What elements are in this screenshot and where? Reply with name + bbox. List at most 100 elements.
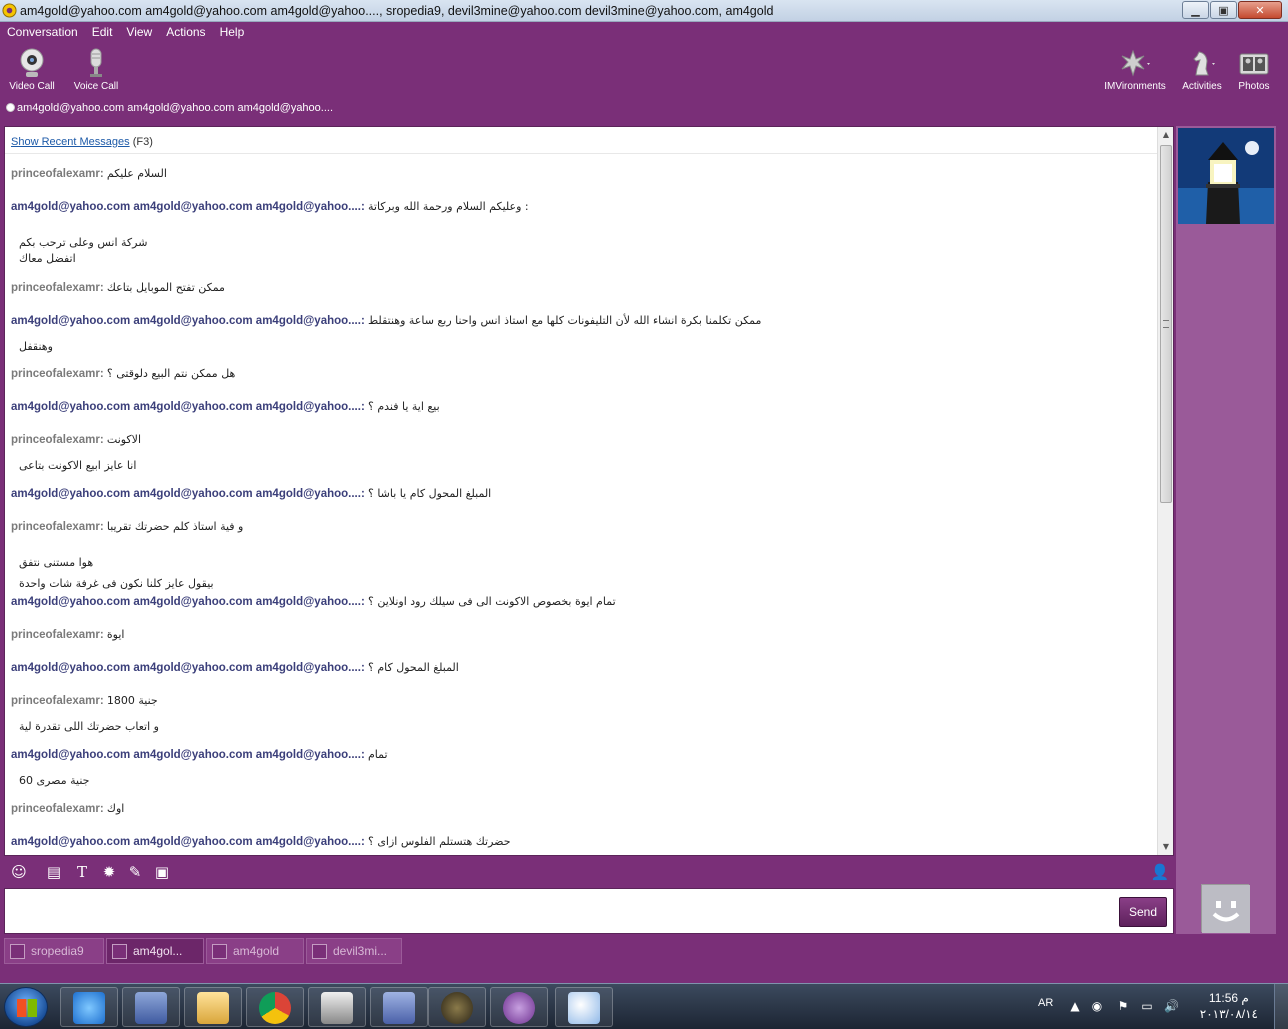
- menu-conversation[interactable]: Conversation: [7, 22, 78, 43]
- status-dot-icon: [6, 103, 15, 112]
- taskbar-network-tool[interactable]: [370, 987, 428, 1027]
- message-sender[interactable]: am4gold@yahoo.com am4gold@yahoo.com am4g…: [11, 836, 365, 848]
- message-text: تمام: [367, 748, 388, 761]
- recipient-status[interactable]: am4gold@yahoo.com am4gold@yahoo.com am4g…: [6, 102, 333, 114]
- contact-info-icon[interactable]: 👤: [1150, 862, 1170, 882]
- photos-label: Photos: [1238, 81, 1270, 92]
- message-sender[interactable]: princeofalexamr:: [11, 695, 104, 707]
- message-row: am4gold@yahoo.com am4gold@yahoo.com am4g…: [11, 835, 511, 849]
- message-text: ممكن تفتح الموبايل بتاعك: [106, 281, 225, 294]
- emoticon-icon[interactable]: ☺: [9, 862, 29, 882]
- video-call-button[interactable]: Video Call: [9, 47, 55, 92]
- my-avatar[interactable]: [1201, 884, 1250, 933]
- imvironments-icon: [1121, 49, 1150, 77]
- message-sender[interactable]: am4gold@yahoo.com am4gold@yahoo.com am4g…: [11, 201, 365, 213]
- taskbar-chrome[interactable]: [246, 987, 304, 1027]
- taskbar-network-config[interactable]: [122, 987, 180, 1027]
- message-row: am4gold@yahoo.com am4gold@yahoo.com am4g…: [11, 595, 616, 609]
- message-sender[interactable]: princeofalexamr:: [11, 168, 104, 180]
- message-row: princeofalexamr: ممكن تفتح الموبايل بتاع…: [11, 281, 225, 295]
- message-sender[interactable]: princeofalexamr:: [11, 803, 104, 815]
- video-editor-icon: [321, 992, 353, 1024]
- conversation-pane: Show Recent Messages (F3) princeofalexam…: [4, 126, 1174, 856]
- menu-view[interactable]: View: [126, 22, 152, 43]
- taskbar-paint[interactable]: [555, 987, 613, 1027]
- message-sender[interactable]: princeofalexamr:: [11, 434, 104, 446]
- tab-am4gol[interactable]: am4gol...: [106, 938, 204, 964]
- tab-label: am4gold: [233, 944, 280, 958]
- message-sender[interactable]: am4gold@yahoo.com am4gold@yahoo.com am4g…: [11, 596, 365, 608]
- menu-edit[interactable]: Edit: [92, 22, 113, 43]
- tab-sropedia9[interactable]: sropedia9: [4, 938, 104, 964]
- message-row: am4gold@yahoo.com am4gold@yahoo.com am4g…: [11, 487, 491, 501]
- imvironments-button[interactable]: IMVironments: [1102, 47, 1168, 92]
- tab-am4gold[interactable]: am4gold: [206, 938, 304, 964]
- message-sender[interactable]: am4gold@yahoo.com am4gold@yahoo.com am4g…: [11, 401, 365, 413]
- photos-button[interactable]: Photos: [1234, 47, 1274, 92]
- message-text: تمام ايوة بخصوص الاكونت الى فى سيلك رود …: [367, 595, 616, 608]
- scroll-grip-icon: [1163, 320, 1169, 328]
- menu-help[interactable]: Help: [220, 22, 245, 43]
- minimize-button[interactable]: ▁: [1182, 1, 1209, 19]
- divider: [5, 153, 1157, 154]
- conversation-tabs: sropedia9 am4gol... am4gold devil3mi...: [4, 938, 404, 966]
- message-row: am4gold@yahoo.com am4gold@yahoo.com am4g…: [11, 200, 529, 265]
- scroll-up-icon[interactable]: ▲: [1158, 127, 1173, 143]
- network-tool-icon: [383, 992, 415, 1024]
- contact-avatar[interactable]: [1178, 128, 1274, 224]
- tab-devil3mi[interactable]: devil3mi...: [306, 938, 402, 964]
- voice-call-button[interactable]: Voice Call: [73, 47, 119, 92]
- action-center-flag-icon[interactable]: ⚑: [1116, 999, 1130, 1013]
- doodle-pen-icon[interactable]: ✎: [125, 862, 145, 882]
- message-sender[interactable]: princeofalexamr:: [11, 629, 104, 641]
- message-row: princeofalexamr: اوك: [11, 802, 124, 816]
- activities-button[interactable]: Activities: [1180, 47, 1224, 92]
- show-hidden-icons-icon[interactable]: ▲: [1068, 999, 1082, 1013]
- message-sender[interactable]: am4gold@yahoo.com am4gold@yahoo.com am4g…: [11, 749, 365, 761]
- message-sender[interactable]: am4gold@yahoo.com am4gold@yahoo.com am4g…: [11, 662, 365, 674]
- language-indicator[interactable]: AR: [1038, 997, 1053, 1009]
- message-continuation: وهنقفل: [19, 340, 53, 353]
- contact-tab-icon: [212, 944, 227, 959]
- taskbar-yahoo-messenger[interactable]: [490, 987, 548, 1027]
- message-continuation: هوا مستنى نتفق: [19, 556, 94, 569]
- show-desktop-button[interactable]: [1274, 984, 1288, 1029]
- insert-image-icon[interactable]: ▣: [152, 862, 172, 882]
- message-sender[interactable]: princeofalexamr:: [11, 282, 104, 294]
- scroll-down-icon[interactable]: ▼: [1158, 839, 1173, 855]
- message-input-area[interactable]: Send: [4, 888, 1174, 934]
- text-format-icon[interactable]: T: [72, 862, 92, 882]
- message-text: و فية استاذ كلم حضرتك تقريبا: [106, 520, 244, 533]
- menu-actions[interactable]: Actions: [166, 22, 205, 43]
- message-text: بيع اية يا فندم ؟: [367, 400, 440, 413]
- video-call-label: Video Call: [9, 81, 55, 92]
- taskbar-file-explorer[interactable]: [184, 987, 242, 1027]
- message-style-icon[interactable]: ▤: [44, 862, 64, 882]
- maximize-button[interactable]: ▣: [1210, 1, 1237, 19]
- message-sender[interactable]: am4gold@yahoo.com am4gold@yahoo.com am4g…: [11, 315, 365, 327]
- message-sender[interactable]: princeofalexamr:: [11, 521, 104, 533]
- message-sender[interactable]: princeofalexamr:: [11, 368, 104, 380]
- network-status-icon[interactable]: ◉: [1090, 999, 1104, 1013]
- clock[interactable]: 11:56 م ٢٠١٣/٠٨/١٤: [1200, 990, 1258, 1022]
- chess-knight-icon: [1193, 51, 1215, 76]
- volume-icon[interactable]: 🔊: [1164, 999, 1179, 1013]
- message-text: المبلغ المحول كام ؟: [367, 661, 459, 674]
- yahoo-messenger-icon: [2, 3, 17, 18]
- send-button[interactable]: Send: [1119, 897, 1167, 927]
- window-title: am4gold@yahoo.com am4gold@yahoo.com am4g…: [20, 4, 774, 18]
- taskbar-internet-explorer[interactable]: [60, 987, 118, 1027]
- paint-icon: [568, 992, 600, 1024]
- taskbar-game-client[interactable]: [428, 987, 486, 1027]
- close-button[interactable]: ✕: [1238, 1, 1282, 19]
- message-sender[interactable]: am4gold@yahoo.com am4gold@yahoo.com am4g…: [11, 488, 365, 500]
- taskbar-video-editor[interactable]: [308, 987, 366, 1027]
- show-recent-messages-link[interactable]: Show Recent Messages: [11, 136, 130, 148]
- message-continuation: 60 جنية مصرى: [19, 774, 90, 787]
- network-icon[interactable]: ▭: [1140, 999, 1154, 1013]
- buzz-icon[interactable]: ✹: [99, 862, 119, 882]
- message-text: هل ممكن نتم البيع دلوقتى ؟: [106, 367, 236, 380]
- start-button[interactable]: [4, 987, 48, 1027]
- scroll-thumb[interactable]: [1160, 145, 1172, 503]
- conversation-scrollbar[interactable]: ▲ ▼: [1157, 127, 1173, 855]
